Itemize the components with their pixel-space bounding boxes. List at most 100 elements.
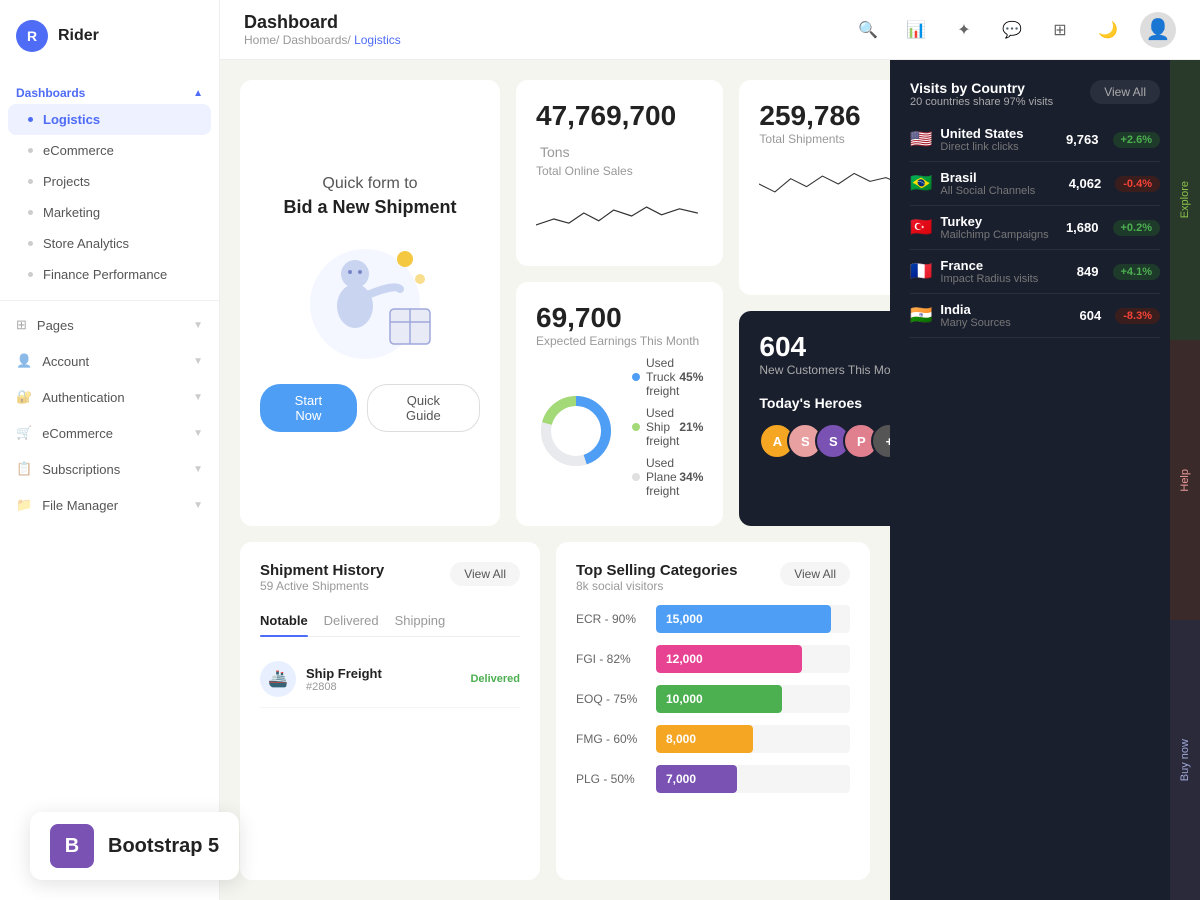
sidebar-item-label: eCommerce [43,143,114,158]
sidebar-item-ecommerce[interactable]: eCommerce [0,135,219,166]
bar-label: FGI - 82% [576,652,646,666]
tab-shipping[interactable]: Shipping [395,605,446,636]
grid-icon[interactable]: ⊞ [1044,14,1076,46]
sidebar-item-pages[interactable]: ⊞ Pages ▼ [0,307,219,343]
country-name: India [940,302,1071,317]
sidebar-item-projects[interactable]: Projects [0,166,219,197]
country-info: France Impact Radius visits [940,258,1068,285]
bar-item: ECR - 90% 15,000 [576,605,850,633]
visits-view-all-button[interactable]: View All [1090,80,1160,104]
chart-icon[interactable]: 📊 [900,14,932,46]
country-list: 🇺🇸 United States Direct link clicks 9,76… [910,118,1160,338]
main-content: Dashboard Home/ Dashboards/ Logistics 🔍 … [220,0,1200,900]
shipment-tabs: Notable Delivered Shipping [260,605,520,637]
page-title: Dashboard [244,12,401,33]
shipment-illustration [300,234,440,364]
dashboards-group[interactable]: Dashboards ▲ [0,76,219,104]
second-stats-col: 259,786 Total Shipments 604 New Customer… [739,80,890,526]
sidebar-item-store-analytics[interactable]: Store Analytics [0,228,219,259]
pages-icon: ⊞ [16,317,27,333]
sidebar: R Rider Dashboards ▲ Logistics eCommerce… [0,0,220,900]
ship-name: Ship Freight [306,666,460,681]
categories-subtitle: 8k social visitors [576,579,737,593]
buy-now-tab[interactable]: Buy now [1170,620,1200,900]
sidebar-item-label: Projects [43,174,90,189]
ship-icon: 🚢 [260,661,296,697]
tab-delivered[interactable]: Delivered [324,605,379,636]
bar-value: 10,000 [666,692,703,706]
visits-section: Visits by Country 20 countries share 97%… [890,60,1200,338]
bar-item: EOQ - 75% 10,000 [576,685,850,713]
quick-form-actions: Start Now Quick Guide [260,384,480,432]
bar-fill: 8,000 [656,725,753,753]
visits-title: Visits by Country [910,80,1053,96]
chat-icon[interactable]: 💬 [996,14,1028,46]
theme-icon[interactable]: 🌙 [1092,14,1124,46]
earnings-label: Expected Earnings This Month [536,334,703,348]
auth-icon: 🔐 [16,389,32,405]
ship-id: #2808 [306,681,460,693]
chevron-right-icon: ▼ [193,320,203,331]
breadcrumb: Home/ Dashboards/ Logistics [244,33,401,47]
avatar-group: A S S P + [759,423,890,459]
country-flag: 🇫🇷 [910,261,932,282]
explore-tab[interactable]: Explore [1170,60,1200,340]
settings-icon[interactable]: ✦ [948,14,980,46]
sales-chart [536,186,703,246]
search-icon[interactable]: 🔍 [852,14,884,46]
bar-track: 8,000 [656,725,850,753]
bar-fill: 7,000 [656,765,737,793]
chevron-right-icon: ▼ [193,464,203,475]
header-left: Dashboard Home/ Dashboards/ Logistics [244,12,401,47]
header-actions: 🔍 📊 ✦ 💬 ⊞ 🌙 👤 [852,12,1176,48]
country-info: Brasil All Social Channels [940,170,1060,197]
total-shipments-card: 259,786 Total Shipments [739,80,890,295]
account-icon: 👤 [16,353,32,369]
country-change: +4.1% [1113,264,1161,280]
chevron-right-icon: ▼ [193,356,203,367]
country-change: +0.2% [1113,220,1161,236]
country-info: United States Direct link clicks [940,126,1058,153]
quick-guide-button[interactable]: Quick Guide [367,384,480,432]
sidebar-item-ecommerce-main[interactable]: 🛒 eCommerce ▼ [0,415,219,451]
stats-column: 47,769,700 Tons Total Online Sales 69,70… [516,80,723,526]
visits-header: Visits by Country 20 countries share 97%… [910,80,1160,108]
tab-notable[interactable]: Notable [260,605,308,636]
bar-fill: 15,000 [656,605,831,633]
help-tab[interactable]: Help [1170,340,1200,620]
bar-track: 10,000 [656,685,850,713]
bar-label: FMG - 60% [576,732,646,746]
sidebar-item-marketing[interactable]: Marketing [0,197,219,228]
country-change: -8.3% [1115,308,1160,324]
bottom-cards-row: Shipment History 59 Active Shipments Vie… [240,542,870,880]
freight-legend: Used Truck freight 45% Used Ship freight… [632,356,703,506]
country-sub: Impact Radius visits [940,273,1068,285]
quick-form-card: Quick form to Bid a New Shipment [240,80,500,526]
sidebar-item-authentication[interactable]: 🔐 Authentication ▼ [0,379,219,415]
sidebar-item-subscriptions[interactable]: 📋 Subscriptions ▼ [0,451,219,487]
inactive-dot [28,179,33,184]
user-avatar[interactable]: 👤 [1140,12,1176,48]
ecom-icon: 🛒 [16,425,32,441]
bar-value: 12,000 [666,652,703,666]
shipment-subtitle: 59 Active Shipments [260,579,384,593]
sidebar-item-label: Logistics [43,112,100,127]
heroes-title: Today's Heroes [759,395,890,411]
shipment-view-all-button[interactable]: View All [450,562,520,586]
sidebar-item-logistics[interactable]: Logistics [8,104,211,135]
shipments-value: 259,786 [759,100,890,132]
categories-view-all-button[interactable]: View All [780,562,850,586]
sidebar-item-finance-performance[interactable]: Finance Performance [0,259,219,290]
start-now-button[interactable]: Start Now [260,384,357,432]
app-logo[interactable]: R Rider [0,0,219,72]
chevron-right-icon: ▼ [193,428,203,439]
sidebar-item-file-manager[interactable]: 📁 File Manager ▼ [0,487,219,523]
bar-item: FGI - 82% 12,000 [576,645,850,673]
country-value: 1,680 [1066,220,1099,235]
sidebar-item-account[interactable]: 👤 Account ▼ [0,343,219,379]
country-flag: 🇮🇳 [910,305,932,326]
shipment-history-card: Shipment History 59 Active Shipments Vie… [240,542,540,880]
country-flag: 🇺🇸 [910,129,932,150]
shipments-label: Total Shipments [759,132,890,146]
plane-legend: Used Plane freight 34% [632,456,703,498]
